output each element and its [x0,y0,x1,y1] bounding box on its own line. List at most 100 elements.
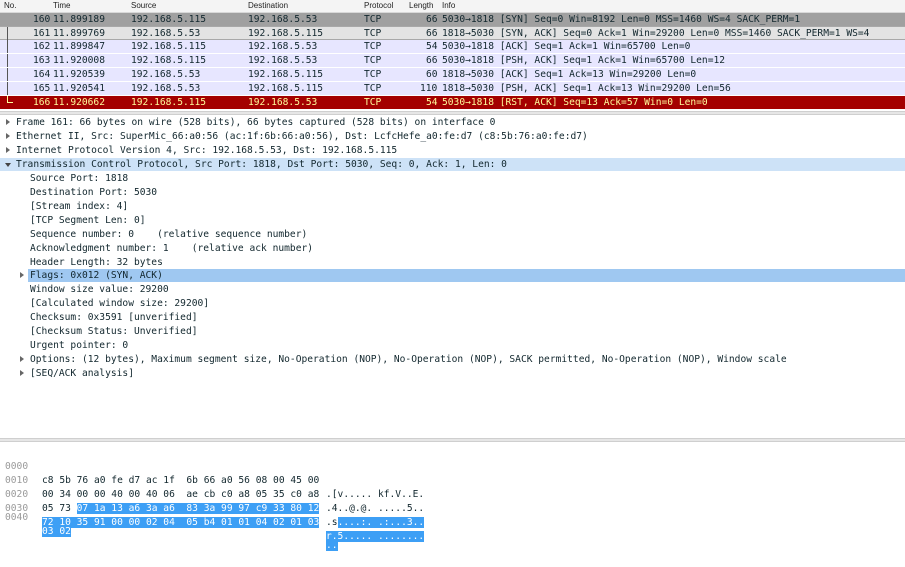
tree-item-label: Acknowledgment number: 1 (relative ack n… [30,243,314,254]
tree-item-checksum[interactable]: Checksum: 0x3591 [unverified] [0,311,905,324]
tree-item-checksum-status[interactable]: [Checksum Status: Unverified] [0,325,905,338]
byte-hex: c8 5b 76 a0 fe d7 ac 1f 6b 66 a0 56 08 0… [42,474,319,488]
tree-item-segment-len[interactable]: [TCP Segment Len: 0] [0,214,905,227]
related-packet-line [3,54,13,67]
col-header-source[interactable]: Source [131,1,156,10]
tree-item-calc-window[interactable]: [Calculated window size: 29200] [0,297,905,310]
packet-row[interactable]: 166 11.920662 192.168.5.115 192.168.5.53… [0,96,905,109]
tree-item-urgent[interactable]: Urgent pointer: 0 [0,339,905,352]
related-packet-line [3,96,13,109]
cell-info: 5030→1818 [SYN] Seq=0 Win=8192 Len=0 MSS… [442,14,801,25]
cell-time: 11.920008 [53,55,105,66]
tree-item-ip[interactable]: Internet Protocol Version 4, Src: 192.16… [0,144,905,157]
tree-item-label: [Stream index: 4] [30,201,129,212]
packet-details-pane[interactable]: Frame 161: 66 bytes on wire (528 bits), … [0,115,905,438]
tree-item-label: Checksum: 0x3591 [unverified] [30,312,198,323]
cell-no: 162 [33,41,51,52]
cell-info: 5030→1818 [PSH, ACK] Seq=1 Ack=1 Win=657… [442,55,726,66]
tree-item-label: [Calculated window size: 29200] [30,298,210,309]
collapse-arrow-icon[interactable] [5,163,11,167]
tree-item-seq[interactable]: Sequence number: 0 (relative sequence nu… [0,228,905,241]
cell-source: 192.168.5.115 [131,41,207,52]
expand-arrow-icon[interactable] [6,147,10,153]
cell-length: 66 [426,14,438,25]
byte-row[interactable]: 0010 00 34 00 00 40 00 40 06 ae cb c0 a8… [0,460,424,514]
cell-destination: 192.168.5.53 [248,41,318,52]
packet-bytes-pane[interactable]: 0000 c8 5b 76 a0 fe d7 ac 1f 6b 66 a0 56… [0,443,905,551]
packet-row[interactable]: 164 11.920539 192.168.5.53 192.168.5.115… [0,68,905,81]
ascii-selected: ....:. .:...3.. [337,517,425,528]
byte-row[interactable]: 0040 03 02 .. [0,497,338,551]
tree-item-window-size[interactable]: Window size value: 29200 [0,283,905,296]
ascii-text: .s [326,517,338,528]
cell-length: 66 [426,28,438,39]
ascii-selected: r.5..... ........ [326,531,425,542]
cell-protocol: TCP [364,28,382,39]
tree-item-tcp[interactable]: Transmission Control Protocol, Src Port:… [0,158,905,171]
ascii-text: .[v..... kf.V..E. [326,489,425,500]
byte-row[interactable]: 0020 05 73 07 1a 13 a6 3a a6 83 3a 99 97… [0,474,425,528]
hex-text: 05 73 [42,503,77,514]
col-header-destination[interactable]: Destination [248,1,288,10]
tree-item-label: Destination Port: 5030 [30,187,158,198]
tree-item-options[interactable]: Options: (12 bytes), Maximum segment siz… [0,353,905,366]
cell-info: 1818→5030 [SYN, ACK] Seq=0 Ack=1 Win=292… [442,28,870,39]
packet-list-header: No. Time Source Destination Protocol Len… [0,0,905,13]
tree-item-src-port[interactable]: Source Port: 1818 [0,172,905,185]
packet-list-pane[interactable]: No. Time Source Destination Protocol Len… [0,0,905,113]
tree-item-label: [TCP Segment Len: 0] [30,215,146,226]
hex-text: 00 34 00 00 40 00 40 06 ae cb c0 a8 05 3… [42,489,320,500]
cell-source: 192.168.5.115 [131,55,207,66]
tree-item-flags[interactable]: Flags: 0x012 (SYN, ACK) [0,269,905,282]
tree-item-header-length[interactable]: Header Length: 32 bytes [0,256,905,269]
packet-row[interactable]: 163 11.920008 192.168.5.115 192.168.5.53… [0,54,905,67]
related-packet-line [3,82,13,95]
col-header-protocol[interactable]: Protocol [364,1,393,10]
expand-arrow-icon[interactable] [20,356,24,362]
tree-item-label: Internet Protocol Version 4, Src: 192.16… [16,145,398,156]
cell-source: 192.168.5.115 [131,97,207,108]
cell-protocol: TCP [364,97,382,108]
tree-item-stream-index[interactable]: [Stream index: 4] [0,200,905,213]
cell-info: 5030→1818 [ACK] Seq=1 Ack=1 Win=65700 Le… [442,41,691,52]
tree-item-label: Flags: 0x012 (SYN, ACK) [30,270,163,281]
tree-item-ack[interactable]: Acknowledgment number: 1 (relative ack n… [0,242,905,255]
packet-row[interactable]: 165 11.920541 192.168.5.53 192.168.5.115… [0,82,905,95]
cell-destination: 192.168.5.53 [248,55,318,66]
hex-selected: 07 1a 13 a6 3a a6 83 3a 99 97 c9 33 80 1… [76,503,320,514]
tree-item-label: Transmission Control Protocol, Src Port:… [16,159,507,170]
related-packet-line [3,27,13,40]
tree-item-frame[interactable]: Frame 161: 66 bytes on wire (528 bits), … [0,116,905,129]
hex-selected: 72 10 35 91 00 00 02 04 05 b4 01 01 04 0… [42,517,320,528]
related-packet-line [3,40,13,53]
cell-no: 160 [33,14,51,25]
expand-arrow-icon[interactable] [6,133,10,139]
packet-row-selected[interactable]: 161 11.899769 192.168.5.53 192.168.5.115… [0,26,905,40]
byte-offset: 0040 [5,512,29,523]
cell-time: 11.920541 [53,83,105,94]
col-header-no[interactable]: No. [4,1,16,10]
byte-row[interactable]: 0000 c8 5b 76 a0 fe d7 ac 1f 6b 66 a0 56… [0,446,424,500]
packet-row[interactable]: 160 11.899189 192.168.5.115 192.168.5.53… [0,13,905,26]
byte-hex: 03 02 [42,525,71,539]
cell-protocol: TCP [364,55,382,66]
expand-arrow-icon[interactable] [20,370,24,376]
cell-source: 192.168.5.53 [131,83,201,94]
cell-time: 11.920662 [53,97,105,108]
tree-item-seqack[interactable]: [SEQ/ACK analysis] [0,367,905,380]
tree-item-label: Window size value: 29200 [30,284,169,295]
col-header-length[interactable]: Length [409,1,433,10]
tree-item-label: [SEQ/ACK analysis] [30,368,134,379]
col-header-time[interactable]: Time [53,1,70,10]
hex-text: c8 5b 76 a0 fe d7 ac 1f 6b 66 a0 56 08 0… [42,475,320,486]
pane-splitter[interactable] [0,438,905,442]
expand-arrow-icon[interactable] [6,119,10,125]
cell-source: 192.168.5.53 [131,28,201,39]
expand-arrow-icon[interactable] [20,272,24,278]
tree-item-dst-port[interactable]: Destination Port: 5030 [0,186,905,199]
byte-hex: 05 73 07 1a 13 a6 3a a6 83 3a 99 97 c9 3… [42,502,320,516]
cell-time: 11.899847 [53,41,105,52]
tree-item-ethernet[interactable]: Ethernet II, Src: SuperMic_66:a0:56 (ac:… [0,130,905,143]
col-header-info[interactable]: Info [442,1,455,10]
packet-row[interactable]: 162 11.899847 192.168.5.115 192.168.5.53… [0,40,905,53]
